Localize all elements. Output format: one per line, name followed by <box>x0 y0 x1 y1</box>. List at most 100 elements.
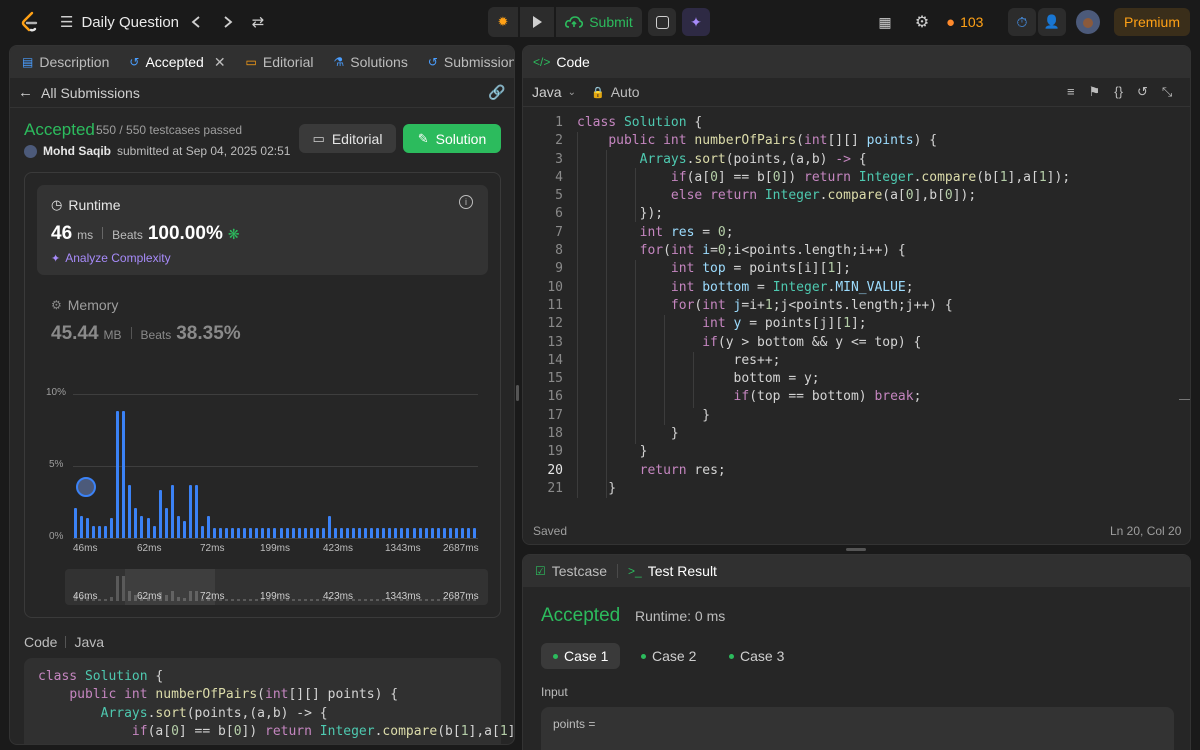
runtime-bar[interactable] <box>339 527 343 538</box>
runtime-bar[interactable] <box>176 516 180 538</box>
next-problem-button[interactable] <box>214 8 242 36</box>
runtime-bar[interactable] <box>267 527 271 538</box>
runtime-bar[interactable] <box>346 527 349 538</box>
add-collaborator-button[interactable]: 👤 <box>1038 8 1066 36</box>
streak-counter[interactable]: ● 103 <box>946 8 983 36</box>
runtime-bar[interactable] <box>86 517 90 538</box>
language-select[interactable]: Java ⌄ <box>532 84 576 100</box>
tab-editorial[interactable]: ▭ Editorial <box>236 46 324 78</box>
runtime-bar[interactable] <box>243 527 247 538</box>
user-avatar[interactable] <box>24 144 37 158</box>
runtime-bar[interactable] <box>182 520 186 538</box>
runtime-bar[interactable] <box>92 526 96 538</box>
runtime-bar[interactable] <box>364 527 368 538</box>
runtime-bar[interactable] <box>400 527 404 538</box>
debug-button[interactable]: ✹ <box>488 7 518 37</box>
runtime-bar[interactable] <box>388 527 392 538</box>
runtime-bar[interactable] <box>430 527 434 538</box>
runtime-bar[interactable] <box>170 484 174 538</box>
runtime-bar[interactable] <box>110 517 114 538</box>
leetcode-logo[interactable] <box>18 10 42 34</box>
runtime-bar[interactable] <box>285 527 289 538</box>
premium-button[interactable]: Premium <box>1114 8 1190 36</box>
runtime-bar[interactable] <box>134 507 138 538</box>
runtime-bar[interactable] <box>376 527 380 538</box>
runtime-bar[interactable] <box>333 527 337 538</box>
timer-button[interactable]: ⏱ <box>1008 8 1036 36</box>
runtime-bar[interactable] <box>309 527 313 538</box>
user-marker-avatar[interactable] <box>76 477 96 497</box>
runtime-bar[interactable] <box>273 527 277 538</box>
runtime-bar[interactable] <box>297 527 301 538</box>
runtime-bar[interactable] <box>321 527 325 538</box>
runtime-bar[interactable] <box>122 411 126 538</box>
runtime-bar[interactable] <box>454 527 458 538</box>
runtime-bar[interactable] <box>225 527 229 538</box>
runtime-bar[interactable] <box>200 526 204 538</box>
runtime-bar[interactable] <box>219 527 223 538</box>
range-selector[interactable]: 46ms 62ms 72ms 199ms 423ms 1343ms 2687ms <box>65 569 488 605</box>
layout-button[interactable]: ▦ <box>871 8 899 36</box>
case-tab-3[interactable]: Case 3 <box>717 643 796 669</box>
collapse-icon[interactable]: ⤡ <box>1162 84 1172 100</box>
tab-code[interactable]: </> Code <box>523 46 600 78</box>
runtime-bar[interactable] <box>424 527 428 538</box>
runtime-bar[interactable] <box>352 527 356 538</box>
runtime-bar[interactable] <box>158 490 162 538</box>
case-tab-2[interactable]: Case 2 <box>629 643 708 669</box>
auto-mode-toggle[interactable]: 🔒 Auto <box>591 84 640 100</box>
runtime-bar[interactable] <box>164 507 168 538</box>
runtime-bar[interactable] <box>152 526 156 538</box>
prev-problem-button[interactable] <box>182 8 210 36</box>
runtime-bar[interactable] <box>442 527 446 538</box>
runtime-bar[interactable] <box>74 507 77 538</box>
runtime-bar[interactable] <box>448 527 452 538</box>
case-tab-1[interactable]: Case 1 <box>541 643 621 669</box>
input-box[interactable]: points = <box>541 707 1174 750</box>
braces-icon[interactable]: {} <box>1114 84 1123 100</box>
reset-icon[interactable]: ↺ <box>1137 84 1148 100</box>
code-preview[interactable]: class Solution { public int numberOfPair… <box>24 658 514 744</box>
runtime-bar[interactable] <box>98 526 102 538</box>
runtime-bar[interactable] <box>394 527 398 538</box>
random-problem-button[interactable]: ⇄ <box>244 8 272 36</box>
run-button[interactable] <box>520 7 554 37</box>
tab-solutions[interactable]: ⚗ Solutions <box>323 46 417 78</box>
solution-button[interactable]: ✎ Solution <box>403 124 501 153</box>
runtime-bar[interactable] <box>104 526 108 538</box>
vertical-resize-handle[interactable] <box>516 385 519 401</box>
tab-description[interactable]: ▤ Description <box>10 46 119 78</box>
problem-list-button[interactable]: ☰ Daily Question <box>60 8 179 36</box>
runtime-bar[interactable] <box>146 517 150 538</box>
avatar[interactable] <box>1076 10 1100 34</box>
runtime-bar[interactable] <box>382 527 386 538</box>
tab-testcase[interactable]: ☑ Testcase <box>523 555 617 587</box>
bookmark-icon[interactable]: ⚑ <box>1089 84 1101 100</box>
user-name[interactable]: Mohd Saqib <box>43 144 111 158</box>
memory-section[interactable]: ⚙ Memory 45.44 MB Beats 38.35% <box>51 297 241 345</box>
runtime-bar[interactable] <box>466 527 470 538</box>
runtime-bar[interactable] <box>140 516 144 538</box>
runtime-bar[interactable] <box>261 527 265 538</box>
info-icon[interactable]: i <box>459 195 473 209</box>
runtime-bar[interactable] <box>291 527 295 538</box>
runtime-bar[interactable] <box>188 484 192 538</box>
runtime-bar[interactable] <box>327 516 331 538</box>
all-submissions-link[interactable]: ← All Submissions <box>18 84 140 101</box>
link-icon[interactable]: 🔗 <box>488 84 505 101</box>
runtime-bar[interactable] <box>412 527 416 538</box>
ai-assist-button[interactable]: ✦ <box>682 8 710 36</box>
settings-button[interactable]: ⚙ <box>908 8 936 36</box>
runtime-bar[interactable] <box>116 411 120 538</box>
runtime-bar[interactable] <box>128 484 132 538</box>
tab-submissions[interactable]: ↺ Submissions <box>418 46 514 78</box>
runtime-bar[interactable] <box>315 527 319 538</box>
runtime-bar[interactable] <box>194 484 198 538</box>
notes-button[interactable] <box>648 8 676 36</box>
runtime-bar[interactable] <box>460 527 464 538</box>
runtime-bar[interactable] <box>80 516 84 538</box>
runtime-bar[interactable] <box>406 527 410 538</box>
runtime-bar[interactable] <box>213 527 217 538</box>
runtime-bar[interactable] <box>472 527 476 538</box>
runtime-bar[interactable] <box>237 527 241 538</box>
